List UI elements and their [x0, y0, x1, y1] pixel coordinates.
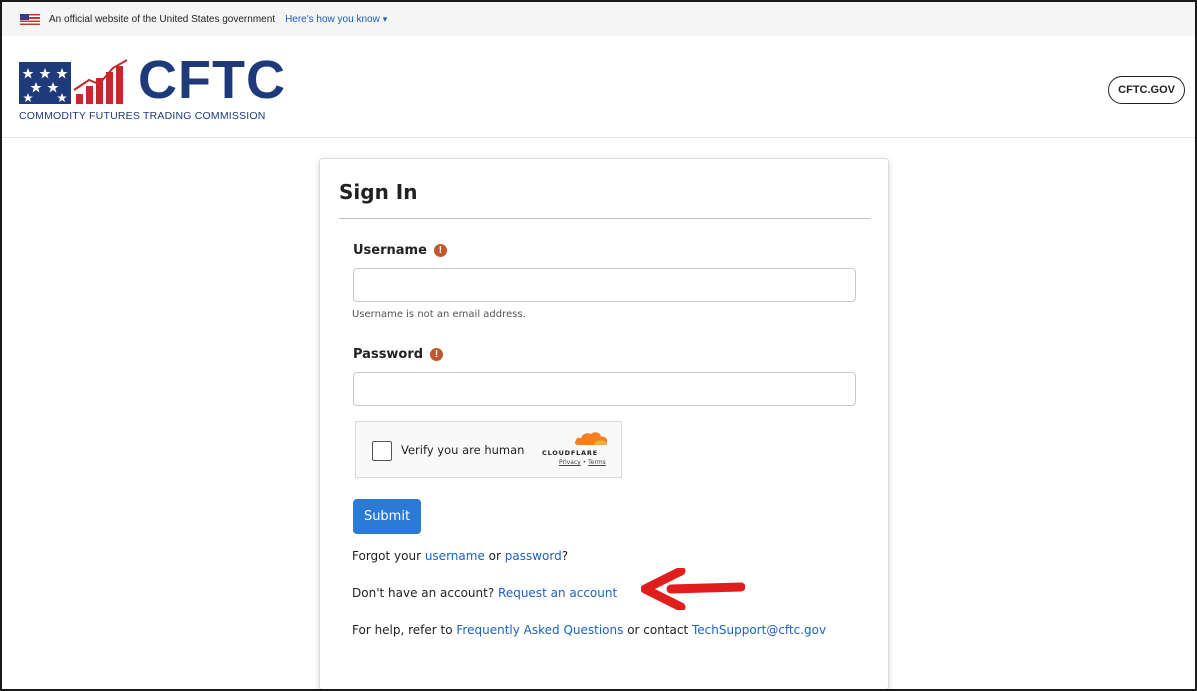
gov-banner-text: An official website of the United States…	[49, 13, 276, 25]
password-label-text: Password	[353, 347, 424, 362]
link-separator: •	[582, 459, 587, 466]
username-help-text: Username is not an email address.	[352, 309, 526, 320]
password-label: Password !	[353, 347, 444, 362]
faq-link[interactable]: Frequently Asked Questions	[456, 623, 623, 637]
verify-human-checkbox[interactable]	[372, 441, 392, 461]
heres-how-you-know-label: Here's how you know	[285, 13, 380, 25]
help-middle: or contact	[623, 623, 692, 637]
forgot-prefix: Forgot your	[352, 549, 425, 563]
browser-frame: An official website of the United States…	[0, 0, 1197, 691]
cftc-logo[interactable]: CFTC COMMODITY FUTURES TRADING COMMISSIO…	[19, 50, 319, 126]
info-icon[interactable]: !	[430, 348, 444, 361]
gov-banner: An official website of the United States…	[2, 2, 1195, 36]
sign-in-title: Sign In	[339, 180, 418, 204]
help-line: For help, refer to Frequently Asked Ques…	[352, 623, 826, 637]
cloudflare-turnstile-widget: Verify you are human CLOUDFLARE Privacy …	[355, 421, 622, 478]
cloudflare-brand: CLOUDFLARE	[542, 449, 598, 457]
annotation-arrow-icon	[641, 568, 745, 610]
logo-wordmark: CFTC	[138, 50, 286, 110]
logo-subtitle: COMMODITY FUTURES TRADING COMMISSION	[19, 110, 266, 122]
heres-how-you-know-link[interactable]: Here's how you know ▾	[285, 14, 387, 25]
cloudflare-links: Privacy • Terms	[559, 459, 606, 466]
request-account-link[interactable]: Request an account	[498, 586, 617, 600]
password-input[interactable]	[353, 372, 856, 406]
forgot-username-link[interactable]: username	[425, 549, 485, 563]
site-header: CFTC COMMODITY FUTURES TRADING COMMISSIO…	[2, 36, 1195, 138]
cloudflare-cloud-icon	[574, 432, 608, 445]
cftc-gov-link-button[interactable]: CFTC.GOV	[1108, 76, 1185, 104]
forgot-suffix: ?	[561, 549, 569, 563]
username-input[interactable]	[353, 268, 856, 302]
info-icon[interactable]: !	[433, 244, 447, 257]
tech-support-email-link[interactable]: TechSupport@cftc.gov	[692, 623, 826, 637]
username-label: Username !	[353, 243, 447, 258]
title-divider	[339, 218, 870, 219]
privacy-link[interactable]: Privacy	[559, 459, 581, 466]
chevron-down-icon: ▾	[382, 13, 388, 24]
forgot-credentials-line: Forgot your username or password?	[352, 549, 568, 563]
verify-human-label[interactable]: Verify you are human	[401, 443, 524, 457]
forgot-password-link[interactable]: password	[505, 549, 562, 563]
help-prefix: For help, refer to	[352, 623, 457, 637]
request-account-line: Don't have an account? Request an accoun…	[352, 586, 617, 600]
username-label-text: Username	[353, 243, 427, 258]
terms-link[interactable]: Terms	[588, 459, 606, 466]
us-flag-icon	[20, 13, 40, 25]
request-prefix: Don't have an account?	[352, 586, 499, 600]
logo-emblem-icon	[19, 59, 128, 104]
submit-button[interactable]: Submit	[353, 499, 421, 534]
sign-in-card: Sign In Username ! Username is not an em…	[319, 158, 889, 689]
forgot-middle: or	[484, 549, 505, 563]
